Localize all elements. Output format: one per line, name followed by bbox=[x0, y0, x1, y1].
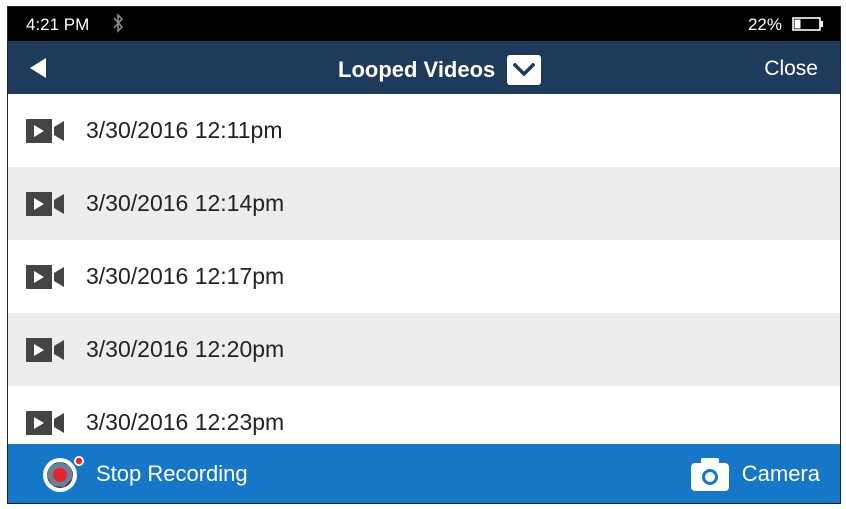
video-timestamp: 3/30/2016 12:20pm bbox=[86, 336, 285, 362]
battery-icon bbox=[792, 17, 823, 31]
back-arrow-icon[interactable] bbox=[28, 57, 48, 79]
close-button[interactable]: Close bbox=[764, 57, 818, 81]
bluetooth-icon bbox=[113, 13, 124, 33]
video-camera-icon bbox=[26, 191, 64, 216]
video-camera-icon bbox=[26, 118, 64, 143]
page-title: Looped Videos bbox=[338, 57, 496, 82]
video-timestamp: 3/30/2016 12:17pm bbox=[86, 263, 285, 289]
video-timestamp: 3/30/2016 12:23pm bbox=[86, 409, 285, 435]
battery-percent: 22% bbox=[747, 15, 782, 34]
video-list: 3/30/2016 12:11pm 3/30/2016 12:14pm 3/30… bbox=[8, 94, 840, 444]
video-camera-icon bbox=[26, 264, 64, 289]
video-item[interactable]: 3/30/2016 12:20pm bbox=[8, 313, 840, 386]
video-camera-icon bbox=[26, 410, 64, 435]
app-screen: 4:21 PM 22% Looped Videos Close 3/30/201… bbox=[7, 6, 841, 504]
camera-button[interactable]: Camera bbox=[690, 456, 820, 492]
title-dropdown[interactable]: Looped Videos bbox=[338, 55, 542, 85]
stop-recording-label: Stop Recording bbox=[96, 461, 248, 486]
record-icon bbox=[43, 456, 84, 492]
video-item[interactable]: 3/30/2016 12:11pm bbox=[8, 94, 840, 167]
camera-icon bbox=[690, 458, 729, 491]
chevron-down-icon bbox=[513, 63, 536, 77]
camera-label: Camera bbox=[741, 461, 820, 486]
bottom-bar: Stop Recording Camera bbox=[8, 444, 840, 503]
video-item[interactable]: 3/30/2016 12:14pm bbox=[8, 167, 840, 240]
video-timestamp: 3/30/2016 12:11pm bbox=[86, 117, 283, 143]
video-camera-icon bbox=[26, 337, 64, 362]
header-bar: Looped Videos Close bbox=[8, 41, 840, 94]
status-time: 4:21 PM bbox=[26, 15, 90, 34]
dropdown-toggle[interactable] bbox=[507, 55, 542, 85]
status-bar: 4:21 PM 22% bbox=[8, 7, 840, 41]
video-timestamp: 3/30/2016 12:14pm bbox=[86, 190, 285, 216]
stop-recording-button[interactable]: Stop Recording bbox=[40, 454, 248, 494]
video-item[interactable]: 3/30/2016 12:17pm bbox=[8, 240, 840, 313]
video-item[interactable]: 3/30/2016 12:23pm bbox=[8, 386, 840, 444]
